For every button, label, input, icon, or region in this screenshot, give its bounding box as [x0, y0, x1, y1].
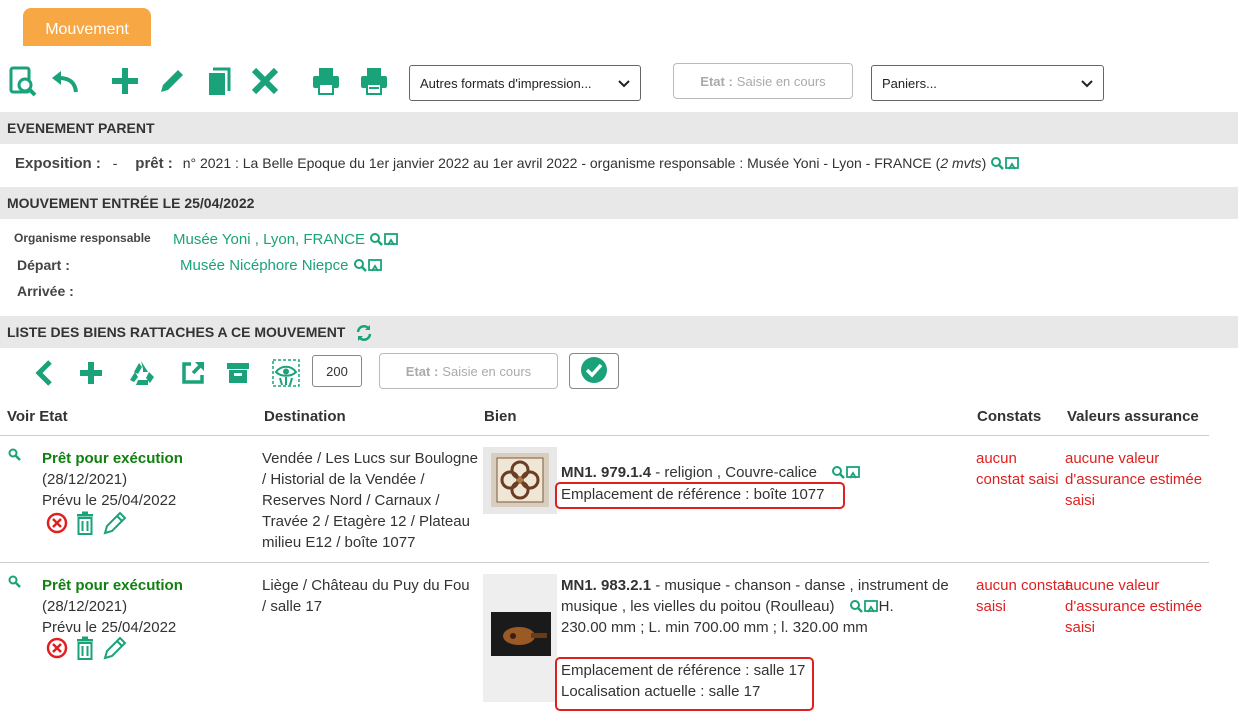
etat-value: Saisie en cours [736, 73, 826, 89]
exposition-value: - [112, 155, 118, 171]
scan-eye-icon[interactable] [269, 356, 303, 390]
pret-count: 2 mvts [940, 155, 982, 171]
bien-thumbnail[interactable] [483, 447, 557, 514]
bien-dim-a: H. [878, 598, 894, 615]
cancel-circle-icon[interactable] [46, 637, 68, 662]
undo-icon[interactable] [48, 64, 82, 98]
recycle-icon[interactable] [124, 356, 158, 390]
row-valeur: aucune valeur d'assurance estimée saisi [1065, 577, 1203, 636]
depart-value[interactable]: Musée Nicéphore Niepce [180, 257, 348, 274]
row-status: Prêt pour exécution [42, 450, 183, 467]
delete-x-icon[interactable] [248, 64, 282, 98]
col-destination: Destination [264, 408, 346, 425]
liste-etat-label: Etat : [405, 363, 439, 379]
search-open-icon[interactable] [990, 156, 1020, 172]
edit-pencil-icon[interactable] [102, 636, 128, 663]
section-liste-biens: LISTE DES BIENS RATTACHES A CE MOUVEMENT [0, 316, 1238, 348]
print-alt-icon[interactable] [357, 64, 391, 98]
validate-button[interactable] [569, 353, 619, 389]
bien-dim-b: 230.00 mm ; L. min 700.00 mm ; l. 320.00… [561, 619, 868, 636]
bien-id[interactable]: MN1. 979.1.4 [561, 464, 651, 481]
check-circle-icon [580, 356, 608, 387]
paniers-label: Paniers... [882, 75, 937, 91]
search-icon[interactable] [8, 448, 22, 465]
row-constat: aucun constat saisi [976, 577, 1070, 615]
row-emplacement: Emplacement de référence : boîte 1077 [561, 486, 825, 503]
back-chevron-icon[interactable] [28, 356, 62, 390]
col-constats: Constats [977, 408, 1042, 425]
add-icon[interactable] [108, 64, 142, 98]
print-formats-select[interactable]: Autres formats d'impression... [409, 65, 641, 101]
search-icon[interactable] [8, 575, 22, 592]
row-emplacement: Emplacement de référence : salle 17 [561, 662, 806, 679]
bien-desc: - religion , Couvre-calice [651, 464, 817, 481]
copy-icon[interactable] [202, 64, 236, 98]
organisme-link[interactable]: Musée Yoni , Lyon, FRANCE [173, 231, 399, 248]
external-link-icon[interactable] [176, 356, 210, 390]
search-open-icon[interactable] [849, 599, 879, 615]
bien-title: MN1. 979.1.4 - religion , Couvre-calice [561, 462, 861, 483]
add-item-icon[interactable] [74, 356, 108, 390]
print-icon[interactable] [309, 64, 343, 98]
paniers-select[interactable]: Paniers... [871, 65, 1104, 101]
col-valeurs: Valeurs assurance [1067, 408, 1199, 425]
row-date: (28/12/2021) [42, 471, 128, 488]
pret-close: ) [981, 155, 987, 171]
edit-pencil-icon[interactable] [155, 64, 189, 98]
row-prevu: Prévu le 25/04/2022 [42, 619, 177, 636]
etat-label: Etat : [700, 73, 733, 89]
page-size-input[interactable]: 200 [312, 355, 362, 387]
liste-etat-box: Etat : Saisie en cours [379, 353, 558, 389]
preview-search-icon[interactable] [6, 64, 40, 98]
trash-icon[interactable] [74, 636, 96, 663]
arrivee-label: Arrivée : [17, 283, 74, 299]
bien-thumbnail[interactable] [483, 574, 557, 702]
section-evenement-parent: EVENEMENT PARENT [0, 112, 1238, 144]
organisme-label: Organisme responsable [14, 231, 151, 245]
row-destination: Vendée / Les Lucs sur Boulogne / Histori… [262, 450, 478, 551]
section-mouvement: MOUVEMENT ENTRÉE LE 25/04/2022 [0, 187, 1238, 219]
depart-link[interactable]: Musée Nicéphore Niepce [180, 257, 383, 274]
row-status: Prêt pour exécution [42, 577, 183, 594]
table-row: Prêt pour exécution (28/12/2021) Prévu l… [0, 563, 1209, 718]
trash-icon[interactable] [74, 511, 96, 538]
table-row: Prêt pour exécution (28/12/2021) Prévu l… [0, 436, 1209, 562]
edit-pencil-icon[interactable] [102, 511, 128, 538]
row-prevu: Prévu le 25/04/2022 [42, 492, 177, 509]
organisme-value[interactable]: Musée Yoni , Lyon, FRANCE [173, 231, 365, 248]
row-localisation: Localisation actuelle : salle 17 [561, 683, 761, 700]
bien-title: MN1. 983.2.1 - musique - chanson - danse… [561, 575, 975, 638]
search-open-icon[interactable] [831, 465, 861, 481]
search-open-icon[interactable] [353, 258, 383, 274]
liste-etat-value: Saisie en cours [442, 363, 532, 379]
print-formats-label: Autres formats d'impression... [420, 75, 592, 91]
archive-icon[interactable] [221, 356, 255, 390]
chevron-down-icon [1081, 76, 1093, 91]
parent-line: Exposition : - prêt : n° 2021 : La Belle… [15, 155, 1020, 172]
bien-id[interactable]: MN1. 983.2.1 [561, 577, 651, 594]
liste-header: LISTE DES BIENS RATTACHES A CE MOUVEMENT [7, 324, 346, 340]
col-bien: Bien [484, 408, 517, 425]
row-valeur: aucune valeur d'assurance estimée saisi [1065, 450, 1203, 509]
tab-mouvement[interactable]: Mouvement [23, 8, 151, 46]
refresh-icon[interactable] [355, 324, 373, 342]
pret-label: prêt : [135, 155, 173, 172]
exposition-label: Exposition : [15, 155, 101, 172]
depart-label: Départ : [17, 257, 70, 273]
etat-status-box: Etat : Saisie en cours [673, 63, 853, 99]
search-open-icon[interactable] [369, 232, 399, 248]
row-constat: aucun constat saisi [976, 450, 1059, 488]
pret-value: n° 2021 : La Belle Epoque du 1er janvier… [182, 155, 941, 171]
chevron-down-icon [618, 76, 630, 91]
row-destination: Liège / Château du Puy du Fou / salle 17 [262, 577, 470, 615]
cancel-circle-icon[interactable] [46, 512, 68, 537]
row-date: (28/12/2021) [42, 598, 128, 615]
col-voir-etat: Voir Etat [7, 408, 68, 425]
